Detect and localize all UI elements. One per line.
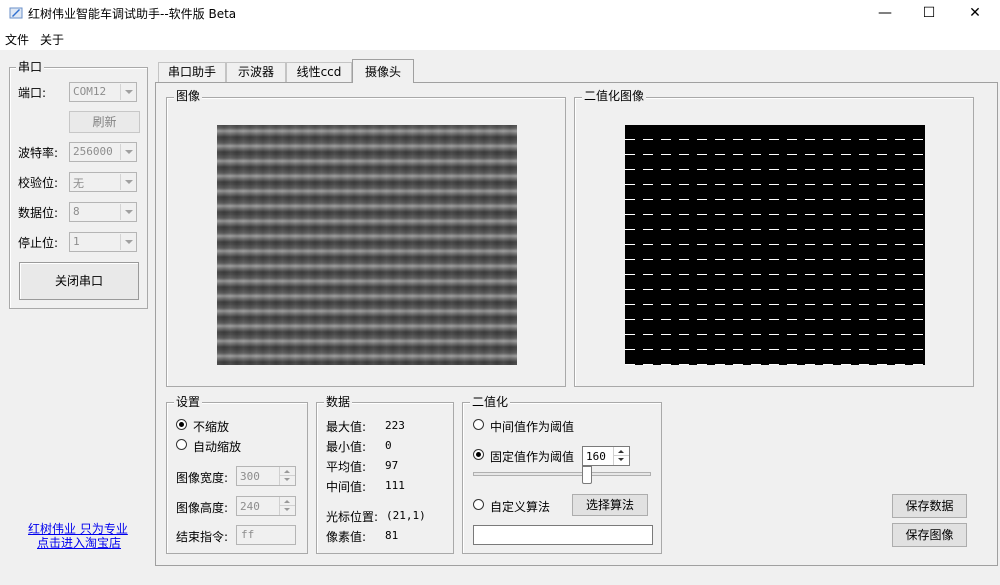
threshold-stepper[interactable]: 160 (582, 446, 630, 466)
avg-value: 97 (385, 459, 399, 472)
pixel-value-label: 像素值: (326, 530, 367, 544)
no-scale-radio[interactable] (176, 419, 187, 430)
pixel-value: 81 (385, 529, 399, 542)
arrow-down-icon[interactable] (280, 506, 295, 515)
threshold-slider[interactable] (473, 472, 651, 476)
image-group-title: 图像 (174, 89, 203, 103)
image-height-stepper[interactable]: 240 (236, 496, 296, 516)
auto-scale-label: 自动缩放 (193, 440, 242, 454)
max-label: 最大值: (326, 420, 367, 434)
save-image-button[interactable]: 保存图像 (892, 523, 967, 547)
binarize-group-title: 二值化 (470, 395, 511, 409)
grayscale-camera-image[interactable] (217, 125, 517, 365)
min-value: 0 (385, 439, 392, 452)
cursor-position-label: 光标位置: (326, 510, 379, 524)
arrow-up-icon[interactable] (614, 447, 629, 456)
threshold-value: 160 (586, 450, 606, 463)
binary-camera-image[interactable] (625, 125, 925, 365)
image-height-label: 图像高度: (176, 501, 229, 515)
end-command-input[interactable]: ff (236, 525, 296, 545)
select-algorithm-button[interactable]: 选择算法 (572, 494, 648, 516)
custom-algo-label: 自定义算法 (490, 500, 551, 514)
arrow-up-icon[interactable] (280, 497, 295, 506)
auto-scale-radio[interactable] (176, 439, 187, 450)
min-label: 最小值: (326, 440, 367, 454)
image-width-value: 300 (240, 470, 260, 483)
threshold-slider-thumb[interactable] (581, 466, 592, 484)
arrow-down-icon[interactable] (614, 456, 629, 465)
median-label: 中间值: (326, 480, 367, 494)
end-command-label: 结束指令: (176, 530, 229, 544)
save-data-button[interactable]: 保存数据 (892, 494, 967, 518)
max-value: 223 (385, 419, 405, 432)
median-value: 111 (385, 479, 405, 492)
fixed-threshold-radio[interactable] (473, 449, 484, 460)
fixed-threshold-label: 固定值作为阈值 (490, 450, 575, 464)
data-group-title: 数据 (324, 395, 353, 409)
no-scale-label: 不缩放 (193, 420, 230, 434)
settings-group-title: 设置 (174, 395, 203, 409)
end-command-value: ff (241, 528, 255, 541)
image-height-value: 240 (240, 500, 260, 513)
cursor-position-value: (21,1) (386, 509, 426, 522)
avg-label: 平均值: (326, 460, 367, 474)
median-threshold-label: 中间值作为阈值 (490, 420, 575, 434)
median-threshold-radio[interactable] (473, 419, 484, 430)
custom-algo-radio[interactable] (473, 499, 484, 510)
algorithm-path-input[interactable] (473, 525, 653, 545)
image-width-stepper[interactable]: 300 (236, 466, 296, 486)
binary-image-group-title: 二值化图像 (582, 89, 647, 103)
image-width-label: 图像宽度: (176, 471, 229, 485)
arrow-down-icon[interactable] (280, 476, 295, 485)
arrow-up-icon[interactable] (280, 467, 295, 476)
